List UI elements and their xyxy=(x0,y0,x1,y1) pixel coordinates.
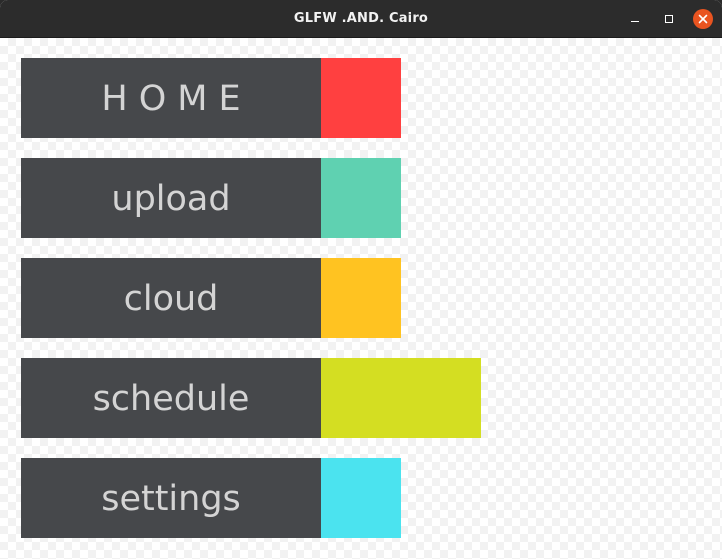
menu-item-color-swatch xyxy=(321,258,401,338)
minimize-button[interactable] xyxy=(625,9,645,29)
title-bar[interactable]: GLFW .AND. Cairo xyxy=(0,0,722,38)
menu-item-color-swatch xyxy=(321,458,401,538)
menu-item-label: HOME xyxy=(101,79,252,119)
cairo-canvas: HOME upload cloud schedule settings xyxy=(0,38,722,559)
menu-item-label: schedule xyxy=(92,379,250,419)
menu-item-label-box: schedule xyxy=(21,358,321,438)
maximize-button[interactable] xyxy=(659,9,679,29)
window-title: GLFW .AND. Cairo xyxy=(293,11,429,26)
menu-item-color-swatch xyxy=(321,158,401,238)
menu-item-color-swatch xyxy=(321,58,401,138)
menu-item-label-box: HOME xyxy=(21,58,321,138)
menu-item-label: cloud xyxy=(123,279,219,319)
close-icon xyxy=(698,14,708,24)
menu-item-label-box: upload xyxy=(21,158,321,238)
menu-item-label: upload xyxy=(111,179,231,219)
minimize-icon xyxy=(631,21,639,22)
close-button[interactable] xyxy=(693,9,713,29)
maximize-icon xyxy=(665,15,673,23)
menu-item-label-box: cloud xyxy=(21,258,321,338)
app-window: GLFW .AND. Cairo HOME upload cloud sched… xyxy=(0,0,722,559)
menu-item-label: settings xyxy=(101,479,241,519)
menu-item-color-swatch xyxy=(321,358,481,438)
menu-item-label-box: settings xyxy=(21,458,321,538)
